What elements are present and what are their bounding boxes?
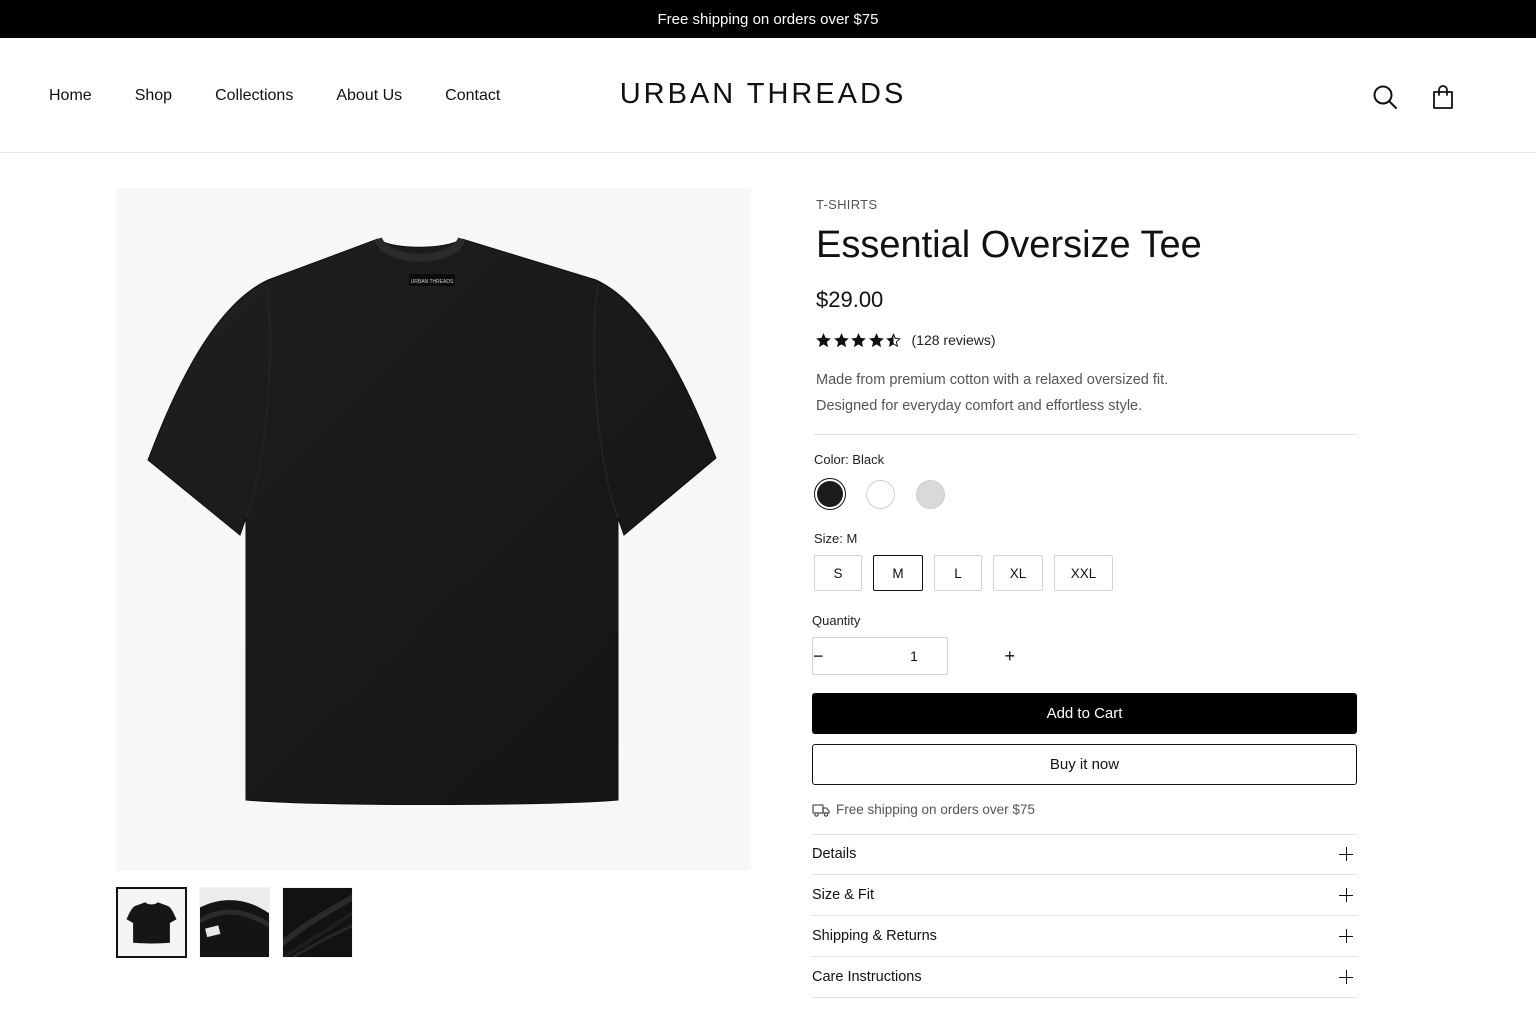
review-count[interactable]: (128 reviews) [912,332,996,348]
plus-icon [1339,929,1353,943]
size-option-l[interactable]: L [934,555,982,591]
shopping-bag-icon[interactable] [1430,84,1456,110]
product-price: $29.00 [816,287,884,312]
star-rating [816,332,904,348]
color-swatch-heather-grey[interactable] [914,478,946,510]
product-main-image[interactable]: URBAN THREADS [116,188,751,871]
color-swatch-black[interactable] [814,478,846,510]
plus-icon [1339,888,1353,902]
quantity-increase-button[interactable]: + [1005,638,1016,674]
star-icon [833,332,849,347]
swatch-color [865,479,895,509]
product-category[interactable]: T-SHIRTS [816,197,877,212]
accordion-label: Care Instructions [812,969,922,985]
shipping-note: Free shipping on orders over $75 [812,802,1035,817]
accordion-details[interactable]: Details [812,834,1357,875]
plus-icon [1339,970,1353,984]
thumbnail-fabric-closeup[interactable] [282,887,353,958]
quantity-input[interactable] [823,648,1005,664]
star-half-icon [886,332,901,347]
site-header: Home Shop Collections About Us Contact U… [0,38,1536,153]
product-description: Made from premium cotton with a relaxed … [816,367,1336,419]
truck-icon [812,803,830,817]
accordion-label: Size & Fit [812,887,875,903]
color-swatch-white[interactable] [864,478,896,510]
swatch-color [915,479,945,509]
accordion-label: Shipping & Returns [812,928,937,944]
accordion-label: Details [812,846,857,862]
accordion-care-instructions[interactable]: Care Instructions [812,957,1357,998]
quantity-decrease-button[interactable]: − [813,638,824,674]
color-label: Color: Black [814,452,885,467]
size-options: S M L XL XXL [814,555,1124,591]
quantity-stepper: − + [812,637,1015,675]
t-shirt-image: URBAN THREADS [147,236,717,805]
star-icon [816,332,831,347]
divider [814,434,1357,435]
product-rating[interactable]: (128 reviews) [816,332,996,348]
description-line: Made from premium cotton with a relaxed … [816,372,1169,388]
size-option-m[interactable]: M [873,555,923,591]
thumbnail-strip [116,887,365,958]
add-to-cart-button[interactable]: Add to Cart [812,693,1357,734]
product-title: Essential Oversize Tee [816,224,1202,266]
star-icon [868,332,884,347]
size-option-xl[interactable]: XL [993,555,1043,591]
announcement-text: Free shipping on orders over $75 [657,10,879,28]
search-icon[interactable] [1372,84,1398,110]
swatch-color [817,481,843,507]
announcement-bar: Free shipping on orders over $75 [0,0,1536,38]
neck-tag-text: URBAN THREADS [411,279,454,285]
size-option-xxl[interactable]: XXL [1054,555,1113,591]
size-label: Size: M [814,531,858,546]
thumbnail-front-view[interactable] [116,887,187,958]
size-option-s[interactable]: S [814,555,862,591]
quantity-label: Quantity [812,613,861,628]
site-logo[interactable]: URBAN THREADS [0,78,1526,111]
plus-icon [1339,847,1353,861]
accordion-shipping-returns[interactable]: Shipping & Returns [812,916,1357,957]
buy-now-button[interactable]: Buy it now [812,744,1357,785]
star-icon [851,332,866,347]
color-swatches [814,478,964,510]
thumbnail-collar-detail[interactable] [199,887,270,958]
accordion-size-fit[interactable]: Size & Fit [812,875,1357,916]
description-line: Designed for everyday comfort and effort… [816,398,1143,414]
shipping-note-text: Free shipping on orders over $75 [836,802,1035,817]
